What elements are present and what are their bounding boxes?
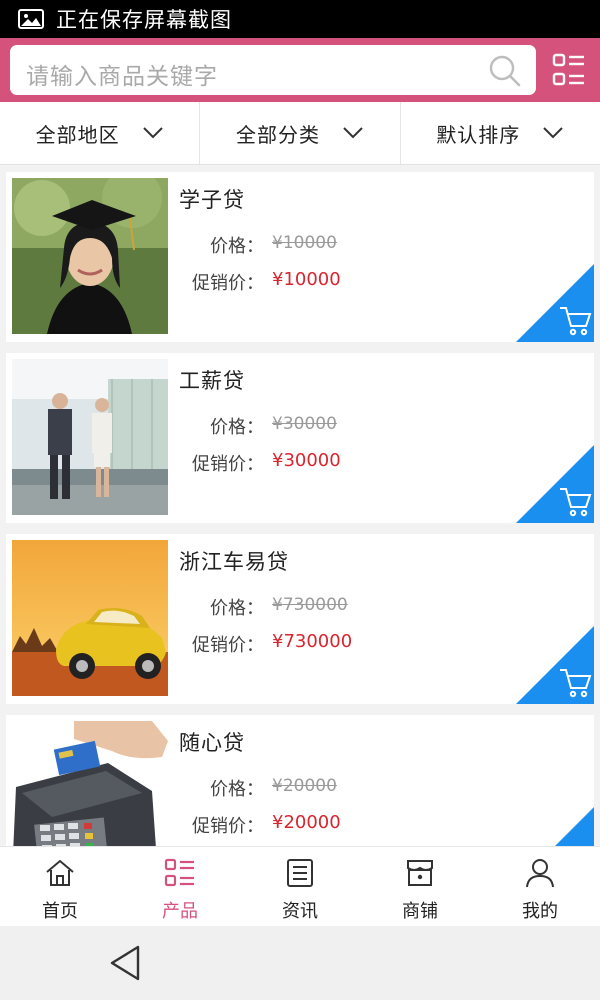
add-to-cart-button[interactable] <box>516 445 594 523</box>
add-to-cart-button[interactable] <box>516 264 594 342</box>
list-icon <box>164 858 194 887</box>
bottom-nav: 首页 产品 资讯 商铺 我的 <box>0 846 600 927</box>
chevron-down-icon <box>142 127 163 139</box>
card-terminal-photo[interactable] <box>12 721 168 846</box>
sale-price: ¥730000 <box>272 631 353 652</box>
nav-label: 商铺 <box>402 901 438 922</box>
add-to-cart-button[interactable] <box>516 626 594 704</box>
news-icon <box>287 859 313 887</box>
filter-region-label: 全部地区 <box>35 122 120 147</box>
sale-price-label: 促销价： <box>192 454 264 475</box>
category-menu-icon[interactable] <box>552 52 586 88</box>
filter-category-label: 全部分类 <box>235 122 320 147</box>
original-price: ¥730000 <box>272 595 348 615</box>
product-card[interactable]: 浙江车易贷 价格： ¥730000 促销价： ¥730000 <box>6 534 594 704</box>
price-label: 价格： <box>210 779 264 800</box>
back-icon[interactable] <box>108 944 142 982</box>
sale-price-label: 促销价： <box>192 273 264 294</box>
product-list: 学子贷 价格： ¥10000 促销价： ¥10000 工薪贷 价格： ¥3000… <box>0 166 600 846</box>
search-input[interactable]: 请输入商品关键字 <box>26 57 218 91</box>
product-title[interactable]: 随心贷 <box>179 727 245 757</box>
status-text: 正在保存屏幕截图 <box>56 8 232 32</box>
product-title[interactable]: 浙江车易贷 <box>179 546 289 576</box>
add-to-cart-button[interactable] <box>516 807 594 846</box>
product-card[interactable]: 工薪贷 价格： ¥30000 促销价： ¥30000 <box>6 353 594 523</box>
nav-item-shop[interactable]: 商铺 <box>360 847 480 927</box>
shop-icon <box>407 860 433 886</box>
nav-label: 资讯 <box>282 901 318 922</box>
filter-bar: 全部地区 全部分类 默认排序 <box>0 102 600 165</box>
nav-item-news[interactable]: 资讯 <box>240 847 360 927</box>
product-card[interactable]: 随心贷 价格： ¥20000 促销价： ¥20000 <box>6 715 594 846</box>
system-nav-bar <box>0 926 600 1000</box>
nav-label: 首页 <box>42 901 78 922</box>
search-icon[interactable] <box>488 54 522 88</box>
filter-category[interactable]: 全部分类 <box>199 102 399 164</box>
sale-price: ¥20000 <box>272 812 341 833</box>
business-people-photo[interactable] <box>12 359 168 515</box>
image-icon <box>18 9 44 29</box>
nav-label: 产品 <box>162 901 198 922</box>
nav-item-mine[interactable]: 我的 <box>480 847 600 927</box>
product-title[interactable]: 工薪贷 <box>179 365 245 395</box>
chevron-down-icon <box>543 127 564 139</box>
sale-price-label: 促销价： <box>192 816 264 837</box>
sale-price: ¥10000 <box>272 269 341 290</box>
sale-price-label: 促销价： <box>192 635 264 656</box>
status-bar: 正在保存屏幕截图 <box>0 0 600 38</box>
user-icon <box>526 859 554 888</box>
chevron-down-icon <box>343 127 363 139</box>
home-icon <box>46 859 74 886</box>
search-box[interactable]: 请输入商品关键字 <box>10 45 536 95</box>
graduate-photo[interactable] <box>12 178 168 334</box>
filter-sort[interactable]: 默认排序 <box>399 102 600 164</box>
filter-region[interactable]: 全部地区 <box>0 102 199 164</box>
filter-sort-label: 默认排序 <box>436 122 521 147</box>
price-label: 价格： <box>210 417 264 438</box>
sale-price: ¥30000 <box>272 450 341 471</box>
nav-label: 我的 <box>522 901 558 922</box>
nav-item-home[interactable]: 首页 <box>0 847 120 927</box>
yellow-car-photo[interactable] <box>12 540 168 696</box>
product-card[interactable]: 学子贷 价格： ¥10000 促销价： ¥10000 <box>6 172 594 342</box>
price-label: 价格： <box>210 236 264 257</box>
header: 请输入商品关键字 <box>0 38 600 102</box>
original-price: ¥30000 <box>272 414 337 434</box>
nav-item-products[interactable]: 产品 <box>120 847 240 927</box>
original-price: ¥20000 <box>272 776 337 796</box>
product-title[interactable]: 学子贷 <box>179 184 245 214</box>
original-price: ¥10000 <box>272 233 337 253</box>
price-label: 价格： <box>210 598 264 619</box>
